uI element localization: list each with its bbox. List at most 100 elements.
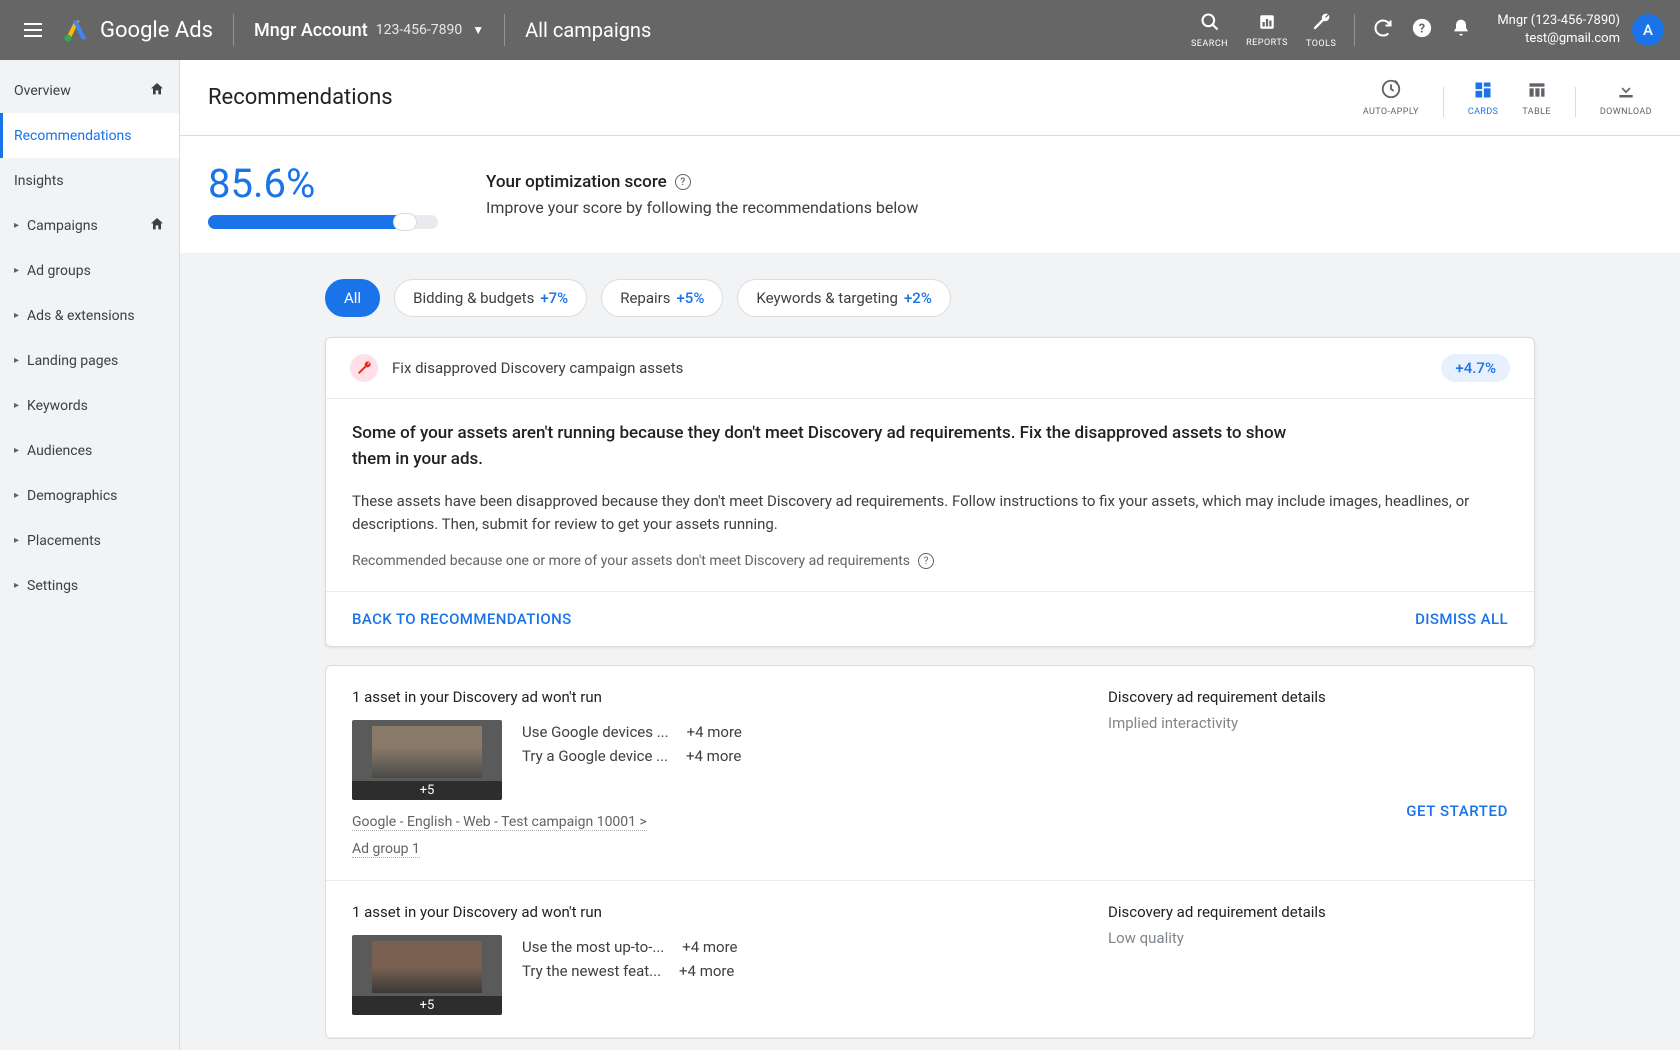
- sidebar-item-demographics[interactable]: ▸ Demographics: [0, 473, 179, 518]
- menu-icon[interactable]: [16, 15, 50, 45]
- filter-repairs[interactable]: Repairs +5%: [601, 279, 723, 317]
- product-logo[interactable]: Google Ads: [62, 16, 213, 44]
- search-button[interactable]: SEARCH: [1191, 12, 1228, 49]
- card-description: These assets have been disapproved becau…: [352, 490, 1508, 535]
- dismiss-all-button[interactable]: DISMISS ALL: [1415, 610, 1508, 628]
- header-tools: SEARCH REPORTS TOOLS ? Mngr (123-456-789…: [1191, 12, 1664, 49]
- sidebar-item-settings[interactable]: ▸ Settings: [0, 563, 179, 608]
- score-progress: [208, 215, 438, 229]
- home-icon[interactable]: [149, 216, 165, 236]
- chevron-right-icon: ▸: [14, 490, 19, 501]
- help-icon[interactable]: ?: [918, 553, 934, 569]
- divider: [233, 14, 234, 46]
- score-uplift-badge: +4.7%: [1441, 354, 1510, 382]
- sidebar-item-placements[interactable]: ▸ Placements: [0, 518, 179, 563]
- help-icon[interactable]: ?: [1411, 17, 1433, 44]
- sidebar-item-ads-extensions[interactable]: ▸ Ads & extensions: [0, 293, 179, 338]
- more-link[interactable]: +4 more: [682, 935, 737, 959]
- sidebar-item-keywords[interactable]: ▸ Keywords: [0, 383, 179, 428]
- history-icon: [1380, 78, 1402, 105]
- asset-thumbnail[interactable]: +5: [352, 935, 502, 1015]
- chevron-right-icon: ▸: [14, 355, 19, 366]
- asset-list: 1 asset in your Discovery ad won't run +…: [325, 665, 1535, 1039]
- asset-headline: Use the most up-to-...: [522, 935, 664, 959]
- asset-item: 1 asset in your Discovery ad won't run +…: [326, 666, 1534, 881]
- user-text: Mngr (123-456-7890) test@gmail.com: [1497, 12, 1620, 48]
- download-button[interactable]: DOWNLOAD: [1600, 80, 1652, 117]
- card-reason: Recommended because one or more of your …: [352, 553, 1508, 569]
- home-icon[interactable]: [149, 81, 165, 101]
- back-button[interactable]: BACK TO RECOMMENDATIONS: [352, 610, 572, 628]
- filter-bidding-budgets[interactable]: Bidding & budgets +7%: [394, 279, 587, 317]
- more-link[interactable]: +4 more: [686, 744, 741, 768]
- search-icon: [1200, 12, 1220, 37]
- user-email: test@gmail.com: [1497, 30, 1620, 48]
- get-started-button[interactable]: GET STARTED: [1108, 802, 1508, 820]
- user-block[interactable]: Mngr (123-456-7890) test@gmail.com A: [1497, 12, 1664, 48]
- thumbnail-count: +5: [352, 781, 502, 800]
- score-knob: [393, 213, 417, 231]
- score-title: Your optimization score ?: [486, 172, 918, 192]
- ads-logo-icon: [62, 16, 90, 44]
- asset-title: 1 asset in your Discovery ad won't run: [352, 903, 1060, 921]
- sidebar-item-recommendations[interactable]: Recommendations: [0, 113, 179, 158]
- download-icon: [1616, 80, 1636, 105]
- asset-headline: Use Google devices ...: [522, 720, 669, 744]
- score-value: 85.6%: [208, 160, 438, 207]
- sidebar-item-landing-pages[interactable]: ▸ Landing pages: [0, 338, 179, 383]
- chevron-down-icon: ▼: [472, 23, 484, 37]
- filter-all[interactable]: All: [325, 279, 380, 317]
- user-name: Mngr (123-456-7890): [1497, 12, 1620, 30]
- product-name: Google Ads: [100, 18, 213, 43]
- asset-thumbnail[interactable]: +5: [352, 720, 502, 800]
- card-title: Fix disapproved Discovery campaign asset…: [392, 359, 683, 377]
- chevron-right-icon: ▸: [14, 400, 19, 411]
- score-subtitle: Improve your score by following the reco…: [486, 198, 918, 217]
- content: Recommendations AUTO-APPLY CARDS: [180, 60, 1680, 1050]
- filter-keywords-targeting[interactable]: Keywords & targeting +2%: [737, 279, 950, 317]
- sidebar-item-overview[interactable]: Overview: [0, 68, 179, 113]
- chevron-right-icon: ▸: [14, 220, 19, 231]
- bar-chart-icon: [1258, 12, 1276, 36]
- account-selector[interactable]: Mngr Account 123-456-7890 ▼: [254, 20, 484, 41]
- avatar[interactable]: A: [1632, 14, 1664, 46]
- chevron-right-icon: ▸: [14, 535, 19, 546]
- app-header: Google Ads Mngr Account 123-456-7890 ▼ A…: [0, 0, 1680, 60]
- svg-text:?: ?: [1419, 21, 1425, 36]
- more-link[interactable]: +4 more: [679, 959, 734, 983]
- detail-reason: Implied interactivity: [1108, 714, 1508, 732]
- wrench-icon: [1311, 12, 1331, 37]
- chevron-right-icon: ▸: [14, 445, 19, 456]
- bell-icon[interactable]: [1451, 18, 1471, 43]
- sidebar-item-insights[interactable]: Insights: [0, 158, 179, 203]
- help-icon[interactable]: ?: [675, 174, 691, 190]
- refresh-icon[interactable]: [1373, 18, 1393, 43]
- more-link[interactable]: +4 more: [687, 720, 742, 744]
- thumbnail-count: +5: [352, 996, 502, 1015]
- table-icon: [1527, 80, 1547, 105]
- detail-reason: Low quality: [1108, 929, 1508, 947]
- divider: [1443, 87, 1444, 117]
- sidebar-item-campaigns[interactable]: ▸ Campaigns: [0, 203, 179, 248]
- campaign-breadcrumb[interactable]: Google - English - Web - Test campaign 1…: [352, 814, 647, 831]
- auto-apply-button[interactable]: AUTO-APPLY: [1363, 78, 1419, 117]
- sidebar: Overview Recommendations Insights ▸ Camp…: [0, 60, 180, 1050]
- asset-headline: Try the newest feat...: [522, 959, 661, 983]
- reports-button[interactable]: REPORTS: [1246, 12, 1288, 48]
- asset-item: 1 asset in your Discovery ad won't run +…: [326, 881, 1534, 1038]
- asset-headline: Try a Google device ...: [522, 744, 668, 768]
- detail-title: Discovery ad requirement details: [1108, 903, 1508, 921]
- sidebar-item-ad-groups[interactable]: ▸ Ad groups: [0, 248, 179, 293]
- filter-pills: All Bidding & budgets +7% Repairs +5% Ke…: [180, 253, 1680, 327]
- divider: [1575, 87, 1576, 117]
- scope-label[interactable]: All campaigns: [525, 18, 651, 42]
- score-fill: [208, 215, 405, 229]
- table-view-button[interactable]: TABLE: [1522, 80, 1550, 117]
- title-bar: Recommendations AUTO-APPLY CARDS: [180, 60, 1680, 136]
- cards-view-button[interactable]: CARDS: [1468, 80, 1499, 117]
- sidebar-item-audiences[interactable]: ▸ Audiences: [0, 428, 179, 473]
- page-title: Recommendations: [208, 85, 393, 110]
- ad-group-link[interactable]: Ad group 1: [352, 841, 420, 858]
- cards-icon: [1473, 80, 1493, 105]
- tools-button[interactable]: TOOLS: [1306, 12, 1336, 49]
